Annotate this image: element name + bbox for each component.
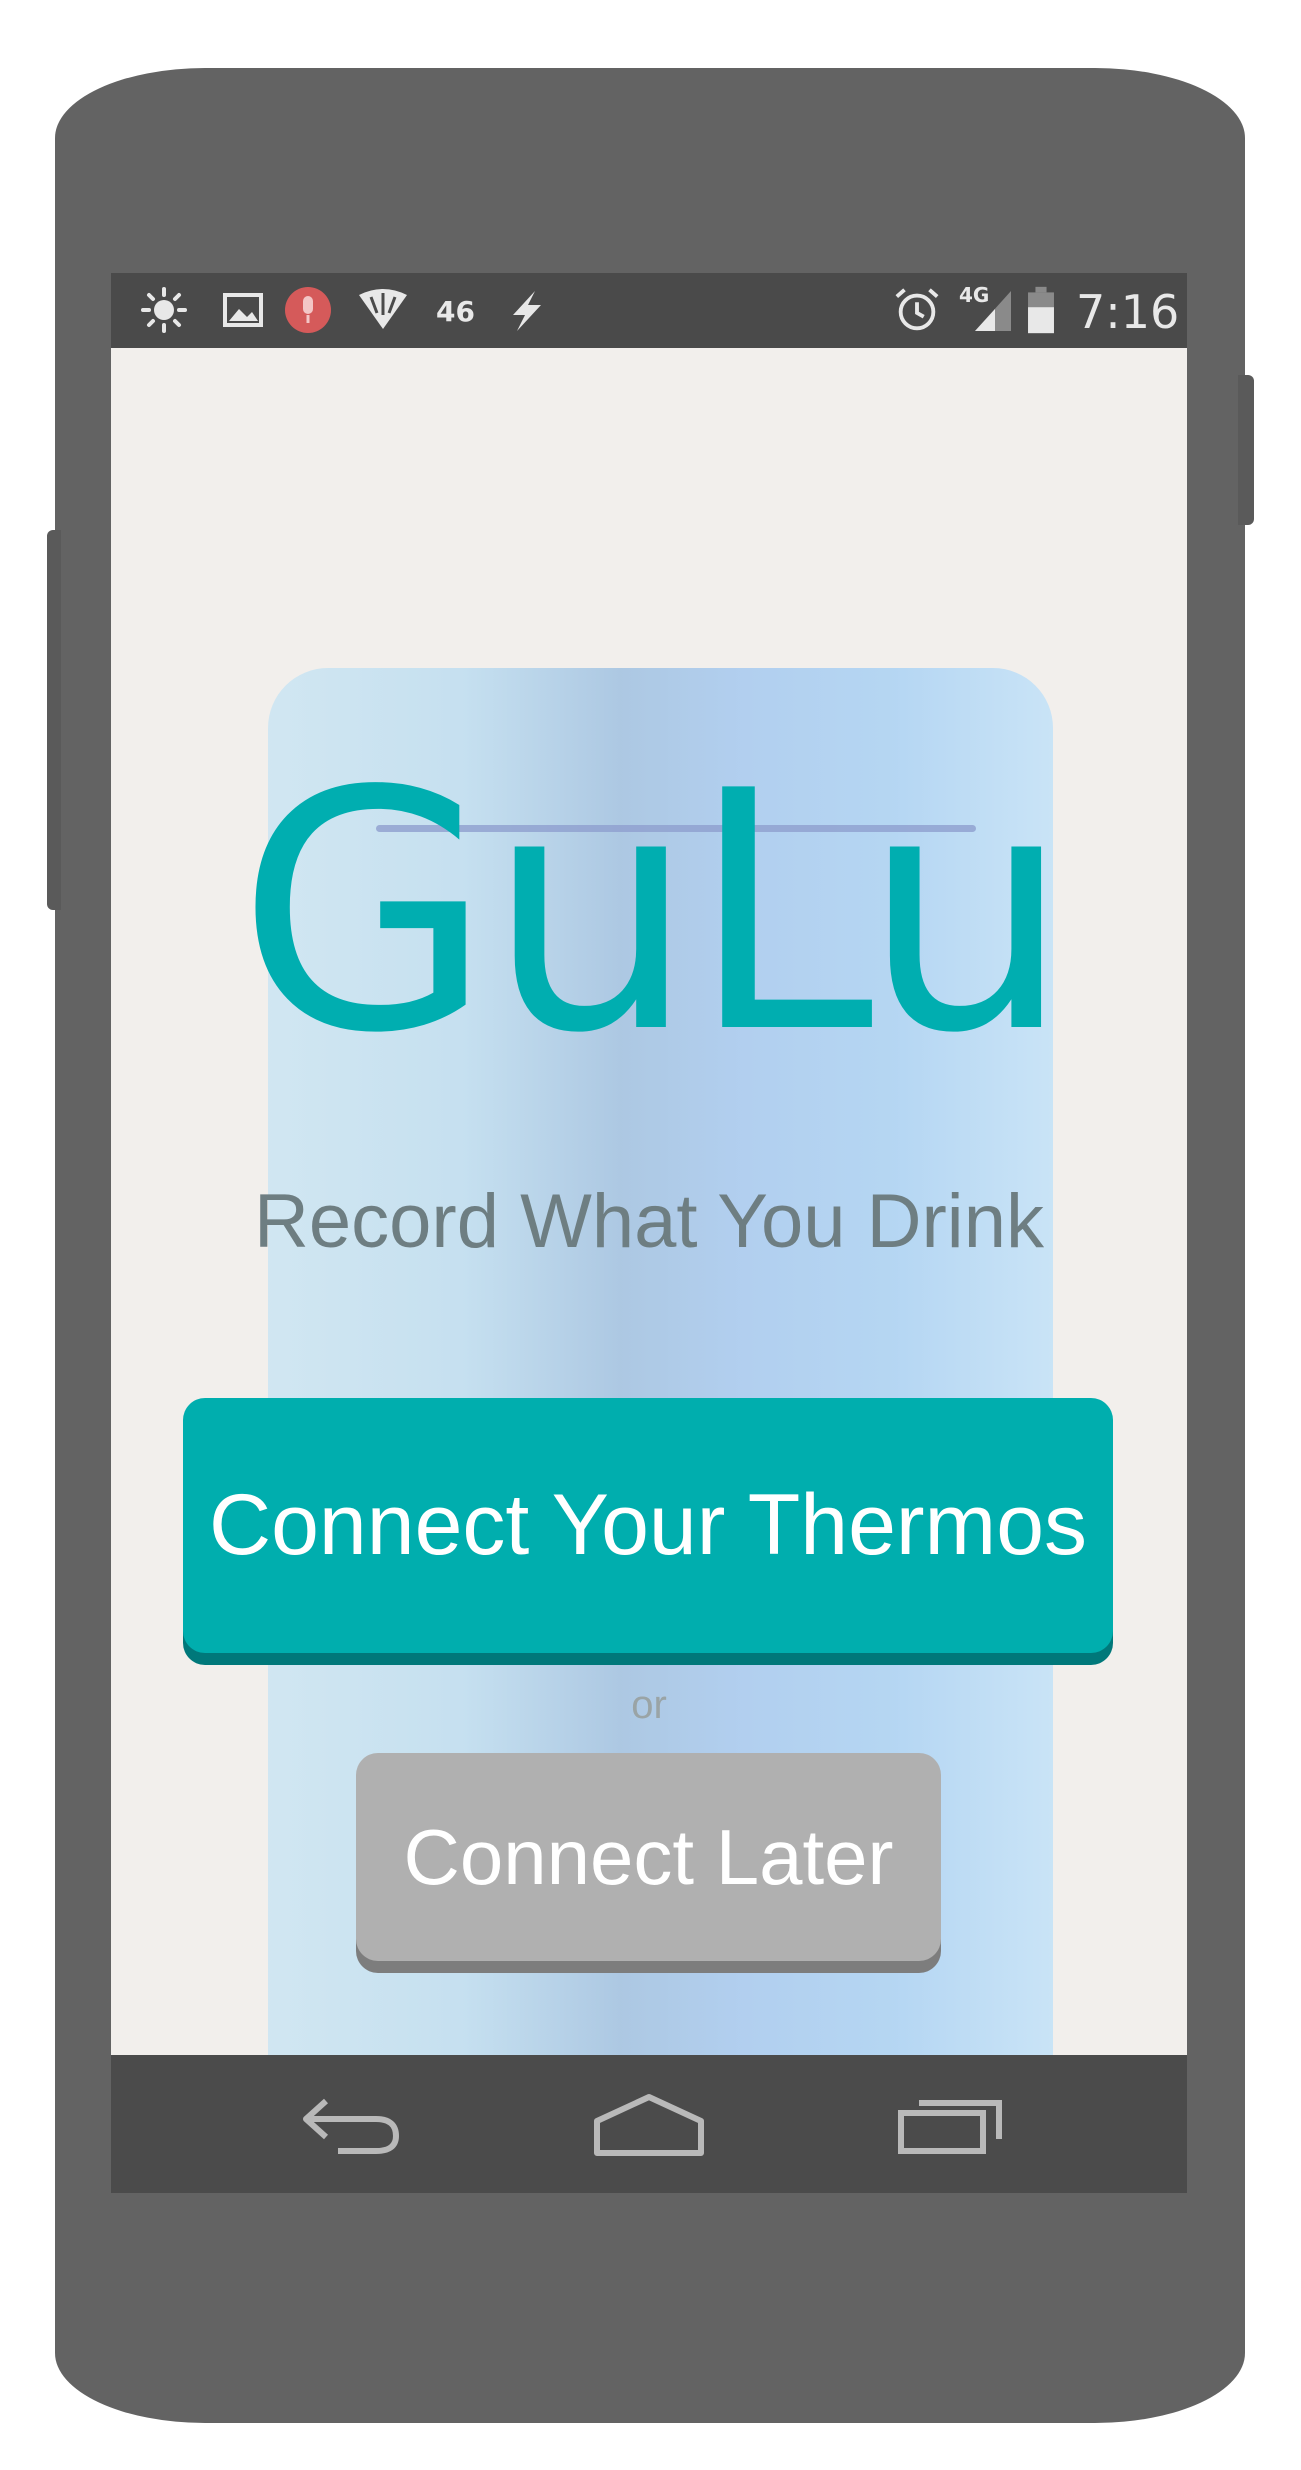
connect-thermos-button[interactable]: Connect Your Thermos	[183, 1398, 1113, 1653]
or-separator: or	[631, 1683, 667, 1727]
recent-apps-button[interactable]	[881, 2079, 1021, 2169]
flash-icon	[513, 291, 541, 331]
brightness-icon	[141, 287, 187, 333]
recent-apps-icon	[898, 2100, 1002, 2154]
home-icon	[594, 2094, 704, 2156]
navigation-bar	[111, 2055, 1187, 2193]
back-button[interactable]	[281, 2079, 421, 2169]
power-button	[1238, 375, 1254, 525]
status-bar: 46 4G 7:16	[111, 273, 1187, 348]
connect-later-button[interactable]: Connect Later	[356, 1753, 941, 1961]
microphone-icon	[285, 287, 331, 333]
clock: 7:16	[1076, 285, 1180, 339]
image-icon	[223, 293, 263, 327]
home-button[interactable]	[579, 2079, 719, 2169]
alarm-icon	[895, 288, 939, 331]
signal-icon	[975, 291, 1011, 331]
tagline: Record What You Drink	[254, 1179, 1044, 1264]
volume-button	[47, 530, 61, 910]
app-logo: GuLu	[236, 721, 1071, 1105]
network-label: 46	[436, 295, 475, 328]
back-icon	[303, 2098, 400, 2154]
battery-icon	[1028, 286, 1054, 334]
app-screen: 46 4G 7:16 GuLu Record What You Drink Co…	[111, 273, 1187, 2191]
wifi-icon	[359, 289, 407, 329]
